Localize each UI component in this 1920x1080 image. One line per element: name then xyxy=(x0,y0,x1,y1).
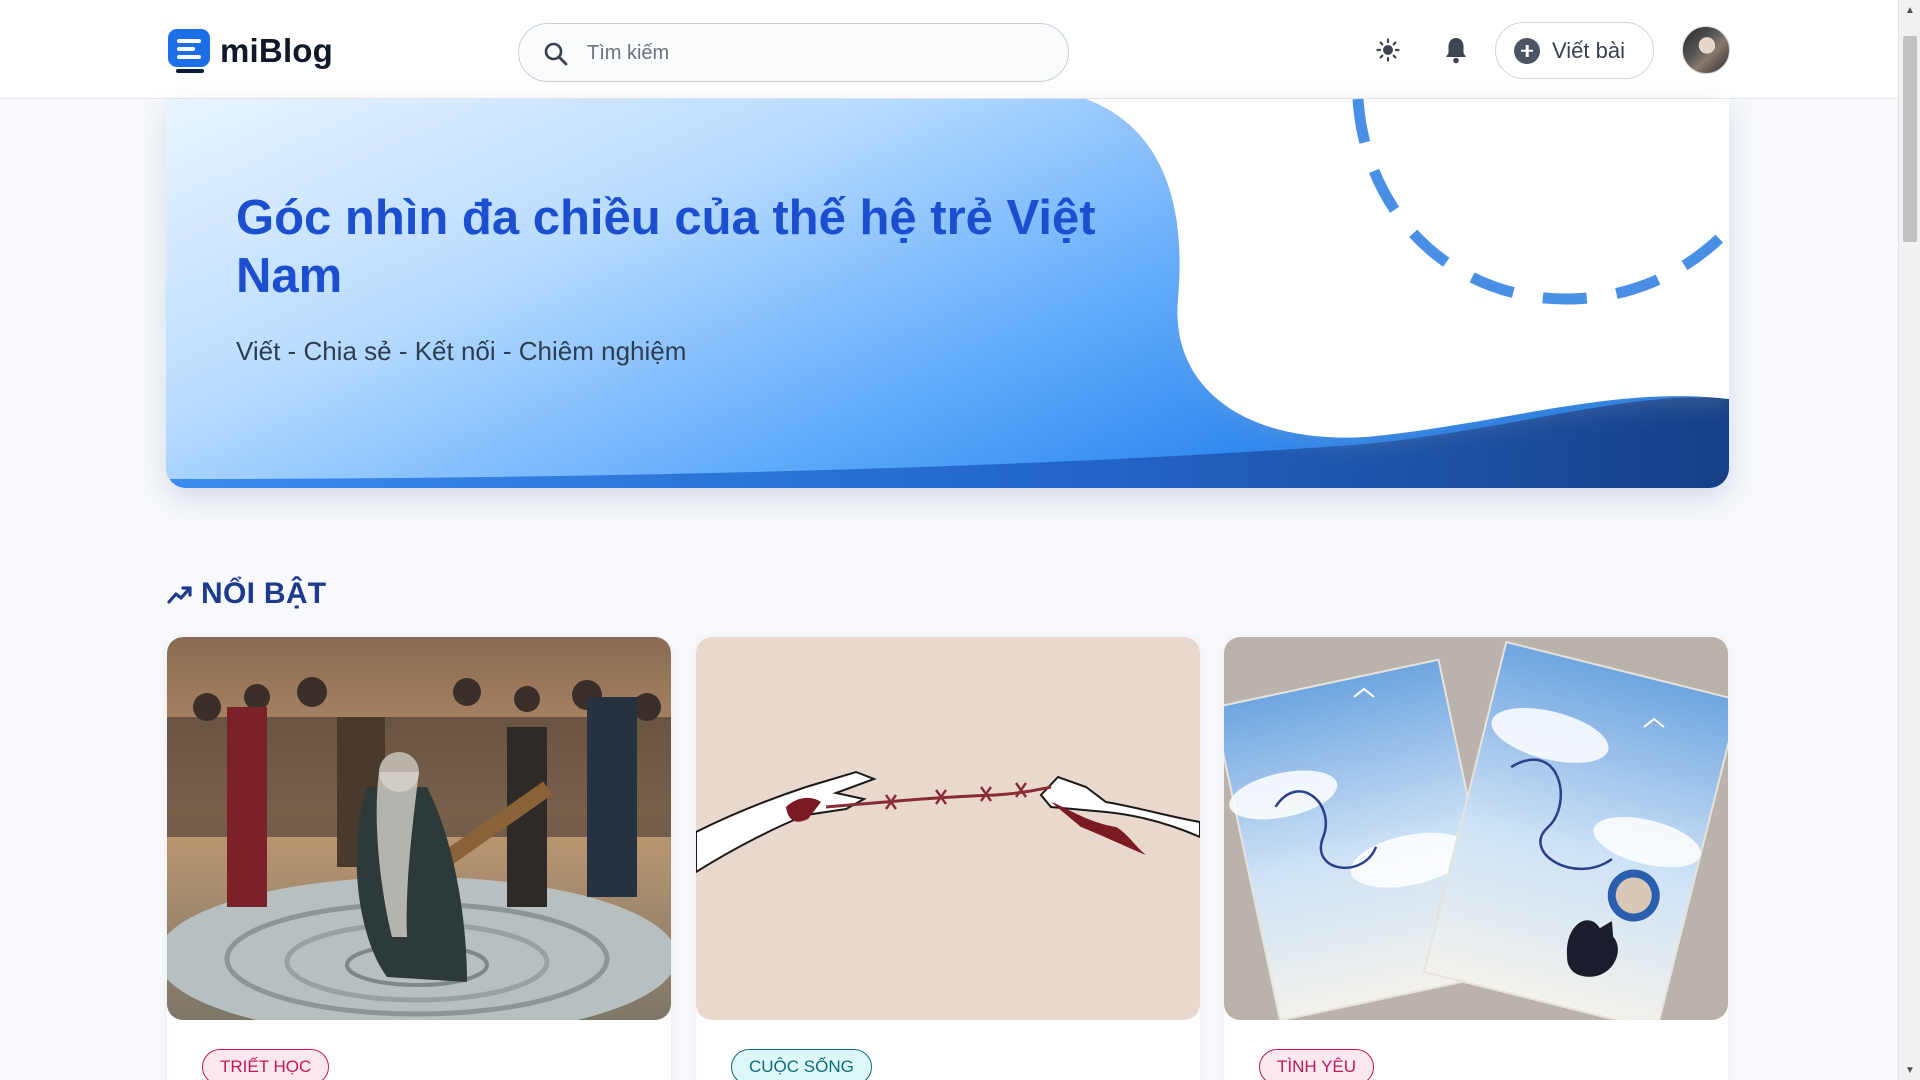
user-avatar[interactable] xyxy=(1682,26,1730,74)
top-navbar: miBlog Tìm kiếm Viết bài xyxy=(0,0,1898,99)
card-image[interactable] xyxy=(167,637,671,1020)
featured-heading-text: NỔI BẬT xyxy=(201,577,327,610)
featured-section-heading: NỔI BẬT xyxy=(167,574,326,614)
search-bar[interactable] xyxy=(518,23,1069,82)
category-tag[interactable]: TRIẾT HỌC xyxy=(202,1049,330,1080)
featured-card-3[interactable]: TÌNH YÊU xyxy=(1224,637,1728,1080)
notifications-button[interactable] xyxy=(1436,30,1476,70)
search-input[interactable] xyxy=(587,36,1047,70)
scroll-up-arrow-icon[interactable]: ▲ xyxy=(1899,0,1920,20)
plus-circle-icon xyxy=(1514,37,1540,64)
bell-icon xyxy=(1446,38,1466,64)
hero-banner: Góc nhìn đa chiều của thế hệ trẻ Việt Na… xyxy=(166,99,1729,488)
hero-title: Góc nhìn đa chiều của thế hệ trẻ Việt Na… xyxy=(236,191,1096,303)
logo-icon xyxy=(168,29,210,73)
card-image[interactable] xyxy=(1224,637,1728,1020)
card-image[interactable] xyxy=(696,637,1200,1020)
search-icon xyxy=(544,42,568,66)
sun-icon xyxy=(1376,38,1400,62)
scroll-thumb[interactable] xyxy=(1903,36,1917,242)
hands-barbed-wire-image xyxy=(696,637,1200,1020)
featured-card-1[interactable]: TRIẾT HỌC xyxy=(167,637,671,1080)
write-post-label: Viết bài xyxy=(1552,37,1625,63)
featured-card-2[interactable]: CUỘC SỐNG xyxy=(696,637,1200,1080)
trending-up-icon xyxy=(167,586,192,604)
logo-text: miBlog xyxy=(220,32,334,69)
write-post-button[interactable]: Viết bài xyxy=(1495,22,1654,79)
site-logo[interactable]: miBlog xyxy=(168,29,333,73)
book-covers-image xyxy=(1224,637,1728,1020)
page-scrollbar[interactable]: ▲ ▼ xyxy=(1898,0,1920,1080)
category-tag[interactable]: TÌNH YÊU xyxy=(1259,1049,1375,1080)
category-tag[interactable]: CUỘC SỐNG xyxy=(731,1049,872,1080)
theme-toggle-button[interactable] xyxy=(1368,30,1408,70)
hero-subtitle: Viết - Chia sẻ - Kết nối - Chiêm nghiệm xyxy=(236,336,687,366)
witch-trial-painting-image xyxy=(167,637,671,1020)
scroll-down-arrow-icon[interactable]: ▼ xyxy=(1899,1060,1920,1080)
